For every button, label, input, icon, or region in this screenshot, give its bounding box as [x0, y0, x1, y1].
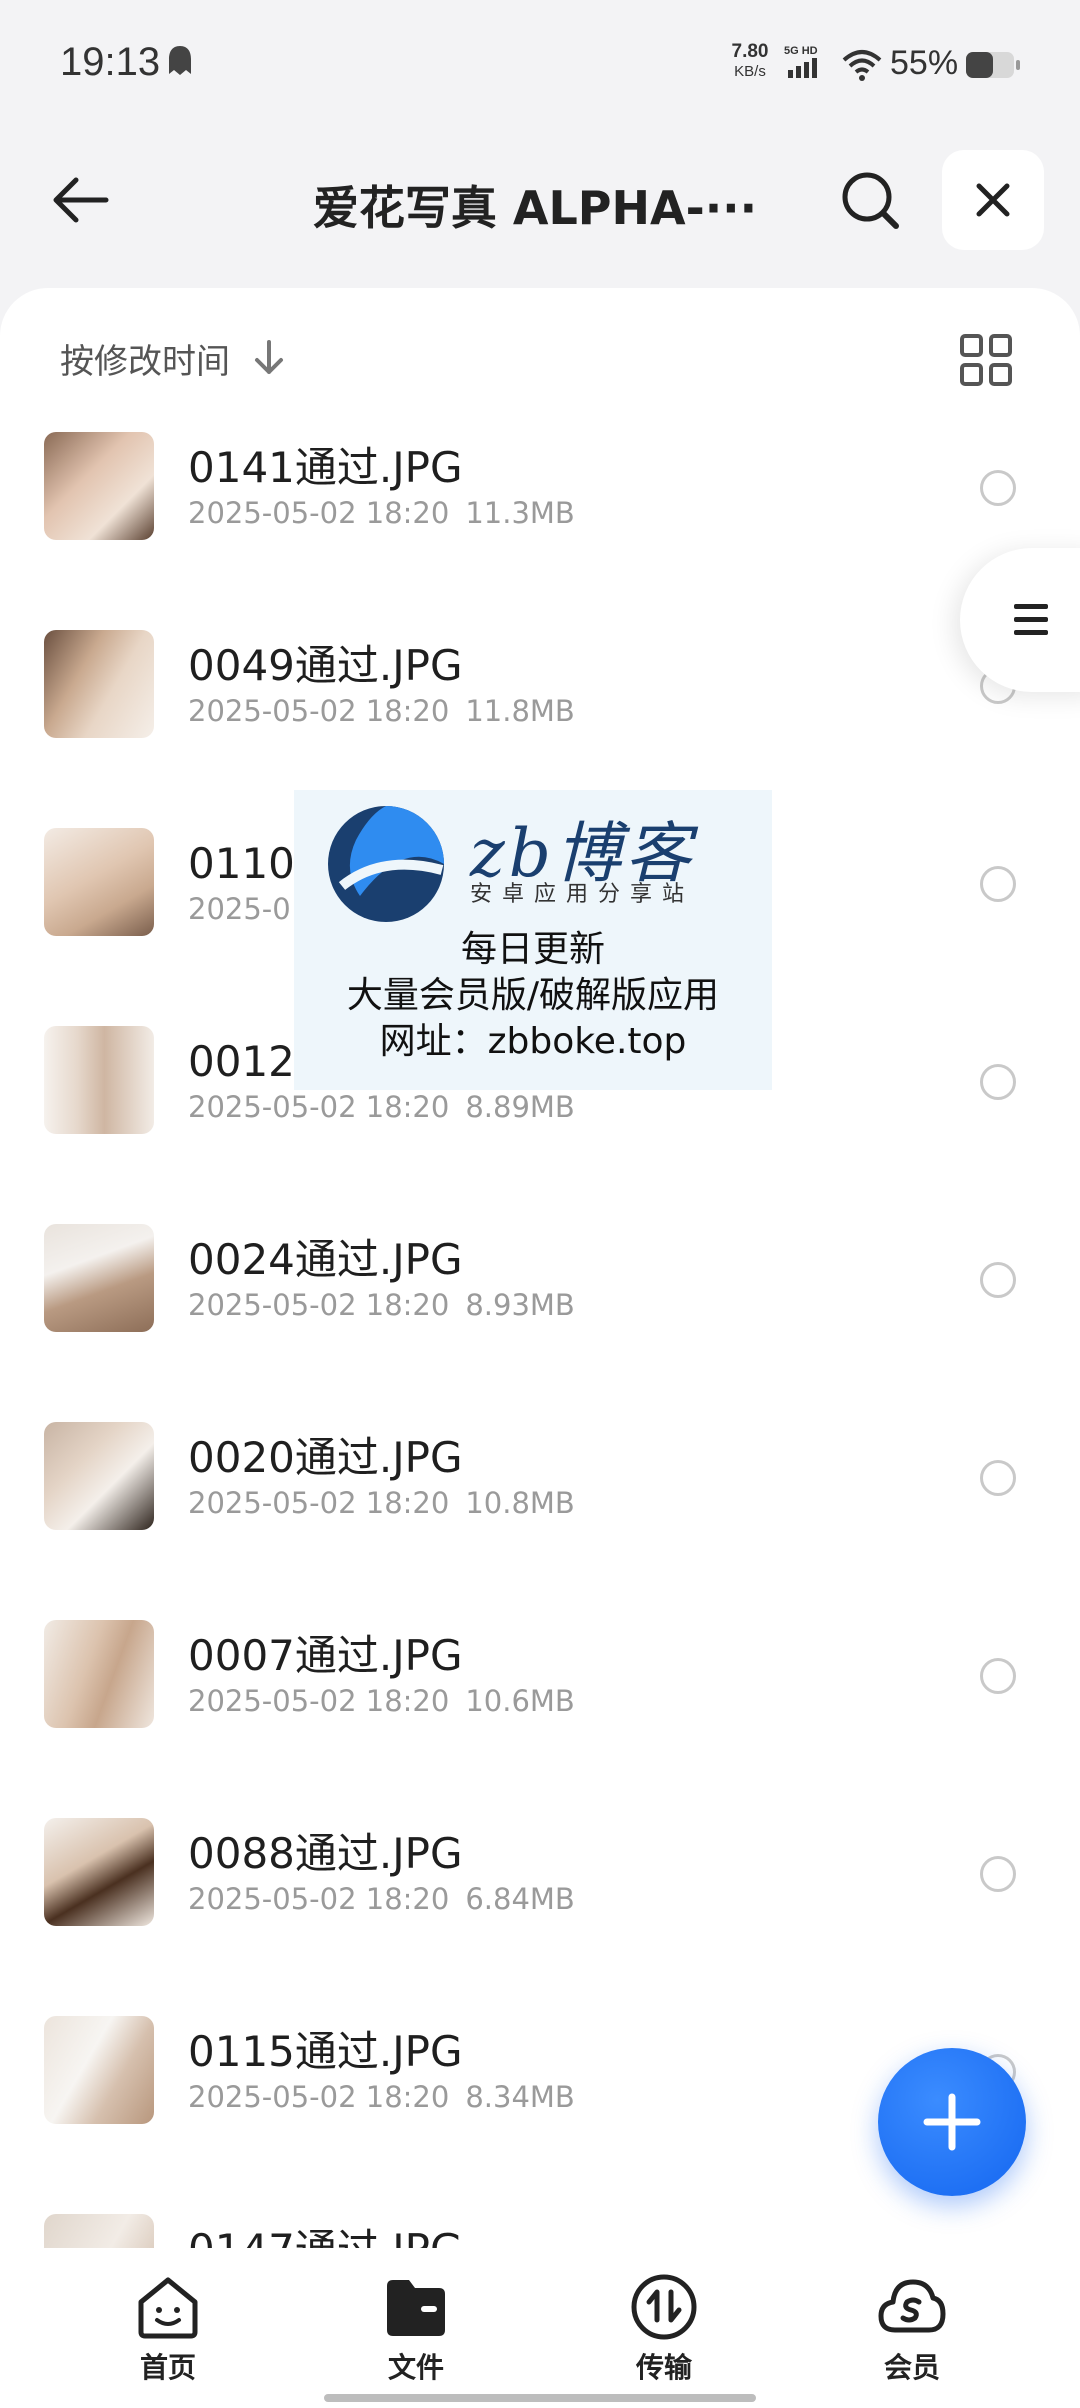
file-meta: 2025-05-02 18:20 8.93MB [188, 1288, 575, 1322]
image-thumbnail [44, 630, 154, 738]
header: 爱花写真 ALPHA-··· [0, 130, 1080, 280]
select-checkbox[interactable] [980, 866, 1016, 902]
notification-ghost-icon [169, 46, 191, 75]
select-checkbox[interactable] [980, 1262, 1016, 1298]
signal-5g-icon: 5G HD [784, 45, 818, 78]
file-name: 0007通过.JPG [188, 1631, 463, 1680]
file-meta: 2025-05-02 18:20 10.6MB [188, 1684, 575, 1718]
file-meta: 2025-05-02 18:20 8.89MB [188, 1090, 575, 1124]
nav-transfer[interactable]: 传输 [594, 2272, 734, 2384]
status-time: 19:13 [60, 40, 161, 84]
plus-icon [923, 2093, 981, 2151]
file-row[interactable]: 0147通过.JPG [0, 2194, 1080, 2248]
image-thumbnail [44, 1422, 154, 1530]
file-meta: 2025-05-02 18:20 6.84MB [188, 1882, 575, 1916]
page-title: 爱花写真 ALPHA-··· [312, 181, 758, 235]
file-meta: 2025-05-02 18:20 11.3MB [188, 496, 575, 530]
bottom-navigation: 首页 文件 传输 会员 [0, 2248, 1080, 2408]
close-icon [976, 183, 1010, 217]
back-button[interactable] [40, 160, 120, 240]
promo-line: 大量会员版/破解版应用 [346, 975, 720, 1016]
menu-icon [1014, 604, 1048, 635]
zbboke-logo-icon [328, 806, 444, 922]
file-browser: 按修改时间 0141通过.JPG 2025-05-02 18:20 11.3MB … [0, 288, 1080, 2248]
nav-vip[interactable]: 会员 [842, 2272, 982, 2384]
nav-vip-label: 会员 [883, 2351, 940, 2384]
select-checkbox[interactable] [980, 1856, 1016, 1892]
file-meta: 2025-0 [188, 892, 291, 926]
file-name: 0141通过.JPG [188, 443, 463, 492]
search-button[interactable] [830, 160, 910, 240]
search-icon [842, 172, 899, 229]
select-checkbox[interactable] [980, 1460, 1016, 1496]
nav-home[interactable]: 首页 [98, 2272, 238, 2384]
wifi-icon [842, 50, 882, 81]
transfer-icon [631, 2274, 697, 2340]
file-name: 0049通过.JPG [188, 641, 463, 690]
nav-home-label: 首页 [139, 2351, 196, 2384]
nav-transfer-label: 传输 [635, 2351, 692, 2384]
promo-line: 每日更新 [460, 929, 605, 970]
select-checkbox[interactable] [980, 1658, 1016, 1694]
image-thumbnail [44, 1818, 154, 1926]
back-arrow-icon [53, 177, 109, 223]
grid-view-icon[interactable] [958, 332, 1014, 388]
close-button[interactable] [942, 150, 1044, 250]
file-name: 0020通过.JPG [188, 1433, 463, 1482]
select-checkbox[interactable] [980, 470, 1016, 506]
file-name: 0088通过.JPG [188, 1829, 463, 1878]
image-thumbnail [44, 1026, 154, 1134]
file-row[interactable]: 0024通过.JPG 2025-05-02 18:20 8.93MB [0, 1204, 1080, 1402]
nav-files-label: 文件 [387, 2351, 444, 2384]
nav-files[interactable]: 文件 [346, 2272, 486, 2384]
file-meta: 2025-05-02 18:20 8.34MB [188, 2080, 575, 2114]
image-thumbnail [44, 1620, 154, 1728]
file-row[interactable]: 0141通过.JPG 2025-05-02 18:20 11.3MB [0, 412, 1080, 610]
arrow-down-icon [255, 340, 283, 374]
file-meta: 2025-05-02 18:20 11.8MB [188, 694, 575, 728]
image-thumbnail [44, 432, 154, 540]
svg-text:5G HD: 5G HD [784, 45, 818, 57]
image-thumbnail [44, 828, 154, 936]
file-row[interactable]: 0007通过.JPG 2025-05-02 18:20 10.6MB [0, 1600, 1080, 1798]
battery-icon [966, 52, 1020, 78]
image-thumbnail [44, 2214, 154, 2248]
sort-label: 按修改时间 [60, 341, 230, 382]
status-bar: 19:13 7.80 KB/s 5G HD 55% [0, 0, 1080, 130]
promo-line: 网址：zbboke.top [379, 1021, 687, 1062]
file-name: 0147通过.JPG [188, 2216, 463, 2248]
vip-cloud-icon [878, 2279, 946, 2333]
file-row[interactable]: 0049通过.JPG 2025-05-02 18:20 11.8MB [0, 610, 1080, 808]
home-smile-icon [138, 2277, 198, 2339]
image-thumbnail [44, 1224, 154, 1332]
file-name: 0024通过.JPG [188, 1235, 463, 1284]
file-name: 0115通过.JPG [188, 2027, 463, 2076]
folder-icon [387, 2280, 445, 2336]
battery-percent: 55% [890, 44, 959, 82]
add-button[interactable] [878, 2048, 1026, 2196]
file-row[interactable]: 0088通过.JPG 2025-05-02 18:20 6.84MB [0, 1798, 1080, 1996]
file-meta: 2025-05-02 18:20 10.8MB [188, 1486, 575, 1520]
network-speed: 7.80 KB/s [731, 41, 769, 81]
home-indicator[interactable] [324, 2394, 756, 2402]
sort-control[interactable]: 按修改时间 [60, 330, 286, 386]
image-thumbnail [44, 2016, 154, 2124]
watermark-ad: zb博客 安卓应用分享站 每日更新 大量会员版/破解版应用 网址：zbboke.… [294, 790, 772, 1090]
select-checkbox[interactable] [980, 1064, 1016, 1100]
file-row[interactable]: 0020通过.JPG 2025-05-02 18:20 10.8MB [0, 1402, 1080, 1600]
promo-subtitle: 安卓应用分享站 [470, 882, 695, 907]
